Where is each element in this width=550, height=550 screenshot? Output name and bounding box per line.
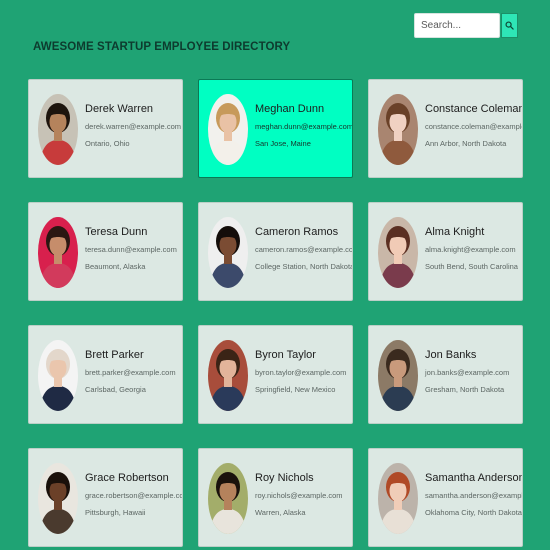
employee-info: Jon Banks jon.banks@example.com Gresham, N… xyxy=(425,349,518,394)
search-form xyxy=(414,13,518,38)
search-input[interactable] xyxy=(414,13,500,38)
employee-card[interactable]: Byron Taylor byron.taylor@example.com Spri… xyxy=(198,325,353,424)
employee-location: Oklahoma City, North Dakota xyxy=(425,508,522,517)
employee-card[interactable]: Roy Nichols roy.nichols@example.com Warren… xyxy=(198,448,353,547)
employee-location: Ann Arbor, North Dakota xyxy=(425,139,507,148)
search-button[interactable] xyxy=(501,13,518,38)
avatar xyxy=(38,94,78,165)
avatar xyxy=(208,340,248,411)
employee-location: San Jose, Maine xyxy=(255,139,311,148)
employee-card[interactable]: Alma Knight alma.knight@example.com South … xyxy=(368,202,523,301)
employee-card[interactable]: Teresa Dunn teresa.dunn@example.com Beaumo… xyxy=(28,202,183,301)
employee-name: Derek Warren xyxy=(85,103,154,115)
employee-name: Samantha Anderson xyxy=(425,472,523,484)
employee-location: South Bend, South Carolina xyxy=(425,262,518,271)
employee-card[interactable]: Meghan Dunn meghan.dunn@example.com San Jo… xyxy=(198,79,353,178)
employee-location: Ontario, Ohio xyxy=(85,139,130,148)
employee-location: Beaumont, Alaska xyxy=(85,262,146,271)
employee-location: Pittsburgh, Hawaii xyxy=(85,508,146,517)
avatar xyxy=(378,463,418,534)
employee-email: cameron.ramos@example.com xyxy=(255,245,353,254)
employee-name: Grace Robertson xyxy=(85,472,169,484)
search-icon xyxy=(505,21,514,30)
employee-info: Brett Parker brett.parker@example.com Carl… xyxy=(85,349,178,394)
employee-name: Cameron Ramos xyxy=(255,226,339,238)
employee-card[interactable]: Samantha Anderson samantha.anderson@examp… xyxy=(368,448,523,547)
employee-info: Teresa Dunn teresa.dunn@example.com Beaumo… xyxy=(85,226,178,271)
employee-location: Carlsbad, Georgia xyxy=(85,385,146,394)
employee-card[interactable]: Grace Robertson grace.robertson@example.c… xyxy=(28,448,183,547)
employee-info: Roy Nichols roy.nichols@example.com Warren… xyxy=(255,472,348,517)
avatar xyxy=(38,463,78,534)
employee-directory-page: AWESOME STARTUP EMPLOYEE DIRECTORY Derek… xyxy=(0,0,550,550)
employee-name: Jon Banks xyxy=(425,349,477,361)
employee-email: teresa.dunn@example.com xyxy=(85,245,177,254)
employee-email: meghan.dunn@example.com xyxy=(255,122,353,131)
employee-location: Gresham, North Dakota xyxy=(425,385,505,394)
employee-info: Cameron Ramos cameron.ramos@example.com Co… xyxy=(255,226,353,271)
employee-email: grace.robertson@example.com xyxy=(85,491,183,500)
employee-name: Byron Taylor xyxy=(255,349,316,361)
employee-name: Meghan Dunn xyxy=(255,103,325,115)
avatar xyxy=(208,217,248,288)
employee-email: derek.warren@example.com xyxy=(85,122,181,131)
employee-card[interactable]: Derek Warren derek.warren@example.com Onta… xyxy=(28,79,183,178)
employee-name: Roy Nichols xyxy=(255,472,314,484)
employee-email: jon.banks@example.com xyxy=(425,368,510,377)
employee-info: Grace Robertson grace.robertson@example.c… xyxy=(85,472,183,517)
avatar xyxy=(208,463,248,534)
avatar xyxy=(38,340,78,411)
avatar xyxy=(378,340,418,411)
employee-location: College Station, North Dakota xyxy=(255,262,353,271)
employee-info: Meghan Dunn meghan.dunn@example.com San Jo… xyxy=(255,103,353,148)
employee-location: Springfield, New Mexico xyxy=(255,385,336,394)
avatar xyxy=(38,217,78,288)
employee-name: Brett Parker xyxy=(85,349,144,361)
avatar xyxy=(378,217,418,288)
employee-email: samantha.anderson@example.com xyxy=(425,491,522,500)
employee-info: Derek Warren derek.warren@example.com Onta… xyxy=(85,103,181,148)
employee-card[interactable]: Brett Parker brett.parker@example.com Carl… xyxy=(28,325,183,424)
employee-grid: Derek Warren derek.warren@example.com Onta… xyxy=(28,79,523,547)
employee-info: Alma Knight alma.knight@example.com South … xyxy=(425,226,518,271)
employee-info: Constance Coleman constance.coleman@examp… xyxy=(425,103,523,148)
employee-info: Samantha Anderson samantha.anderson@examp… xyxy=(425,472,523,517)
avatar xyxy=(378,94,418,165)
employee-card[interactable]: Constance Coleman constance.coleman@examp… xyxy=(368,79,523,178)
employee-email: alma.knight@example.com xyxy=(425,245,516,254)
employee-card[interactable]: Jon Banks jon.banks@example.com Gresham, N… xyxy=(368,325,523,424)
page-title: AWESOME STARTUP EMPLOYEE DIRECTORY xyxy=(33,41,291,53)
employee-email: byron.taylor@example.com xyxy=(255,368,347,377)
employee-location: Warren, Alaska xyxy=(255,508,306,517)
avatar xyxy=(208,94,248,165)
employee-card[interactable]: Cameron Ramos cameron.ramos@example.com Co… xyxy=(198,202,353,301)
employee-name: Constance Coleman xyxy=(425,103,523,115)
employee-email: constance.coleman@example.com xyxy=(425,122,522,131)
employee-info: Byron Taylor byron.taylor@example.com Spri… xyxy=(255,349,348,394)
employee-email: brett.parker@example.com xyxy=(85,368,176,377)
employee-name: Teresa Dunn xyxy=(85,226,148,238)
employee-email: roy.nichols@example.com xyxy=(255,491,343,500)
employee-name: Alma Knight xyxy=(425,226,485,238)
